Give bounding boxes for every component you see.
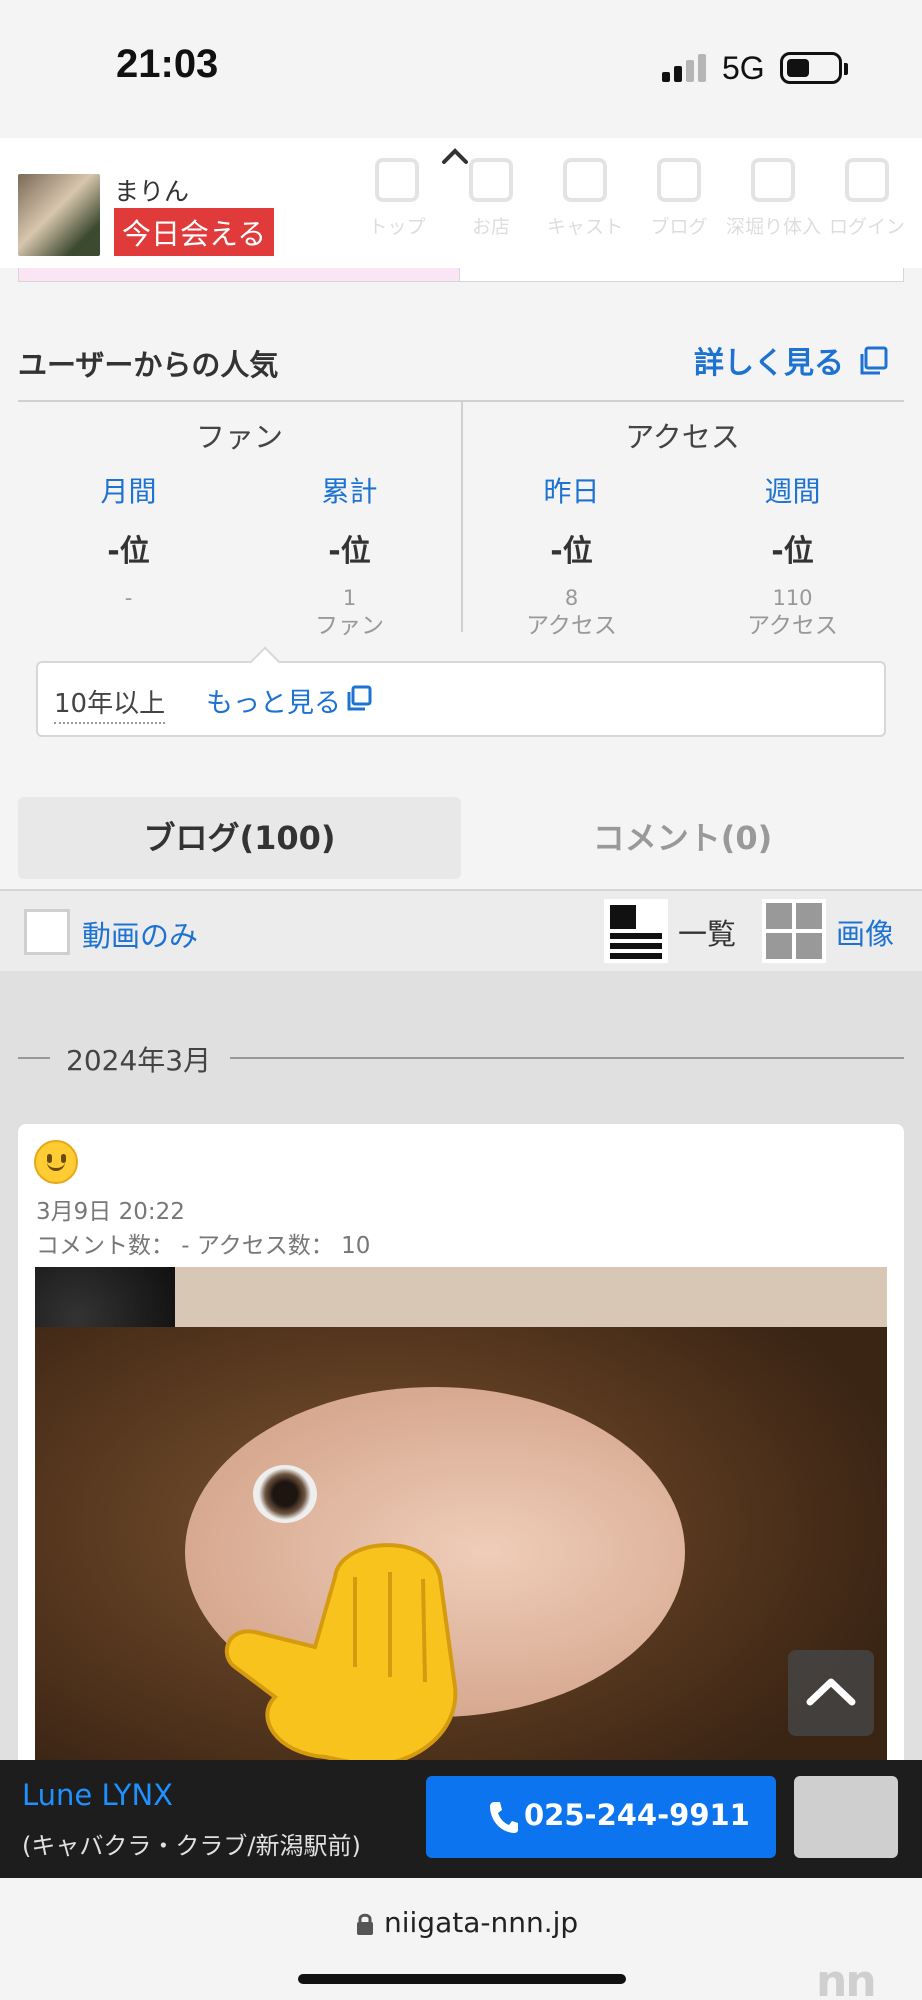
filter-row: 動画のみ 一覧 画像 [0, 891, 922, 971]
tab-comment[interactable]: コメント(0) [461, 797, 904, 879]
fan-total-count: 1 [342, 586, 357, 610]
blog-feed: 2024年3月 3月9日 20:22 コメント数： - アクセス数： 10 [0, 971, 922, 1760]
slightly-smiling-face-icon [34, 1140, 78, 1184]
access-yesterday-count: 8 [564, 586, 579, 610]
status-bar: 21:03 5G [0, 0, 922, 138]
lock-icon [845, 158, 889, 202]
thumbs-left-emoji-icon [224, 1543, 458, 1760]
phone-icon [490, 1802, 518, 1833]
popularity-section: ユーザーからの人気 詳しく見る ファン アクセス 月間 -位 - 累計 -位 1… [0, 282, 922, 779]
post-date: 3月9日 20:22 [36, 1199, 185, 1225]
phone-number: 025-244-9911 [524, 1798, 750, 1832]
video-only-label[interactable]: 動画のみ [82, 913, 198, 955]
nav-item-blog[interactable]: ブログ [632, 158, 726, 239]
building-icon [469, 158, 513, 202]
grid-view-icon[interactable] [762, 899, 826, 963]
access-weekly-unit: アクセス [747, 613, 838, 639]
tenure-more-link[interactable]: もっと見る [206, 681, 341, 720]
url-domain[interactable]: niigata-nnn.jp [384, 1906, 578, 1939]
access-weekly-count: 110 [772, 586, 813, 610]
scroll-to-top-button[interactable] [788, 1650, 874, 1736]
access-yesterday-unit: アクセス [526, 613, 617, 639]
nav-item-cast[interactable]: キャスト [538, 158, 632, 239]
signal-strength-icon [662, 52, 710, 82]
list-view-label[interactable]: 一覧 [678, 911, 736, 953]
available-today-badge: 今日会える [114, 208, 275, 256]
person-icon [563, 158, 607, 202]
access-group-label: アクセス [625, 420, 740, 454]
fan-total-rank: -位 [328, 534, 371, 569]
shop-info-bar: Lune LYNX (キャバクラ・クラブ/新潟駅前) 025-244-9911 [0, 1760, 922, 1878]
post-stats: コメント数： - アクセス数： 10 [36, 1233, 371, 1259]
tenure-box: 10年以上 もっと見る [36, 646, 886, 737]
home-indicator [298, 1974, 626, 1984]
tenure-pointer [249, 646, 281, 678]
external-window-icon[interactable] [858, 346, 888, 376]
shop-name-link[interactable]: Lune LYNX [22, 1778, 173, 1812]
profile-avatar[interactable] [18, 174, 100, 256]
list-view-icon[interactable] [604, 899, 668, 963]
secondary-action-button[interactable] [794, 1776, 898, 1858]
external-window-icon[interactable] [346, 685, 372, 711]
call-button[interactable]: 025-244-9911 [426, 1776, 776, 1858]
nav-item-login[interactable]: ログイン [820, 158, 914, 239]
home-icon [375, 158, 419, 202]
fan-monthly-label[interactable]: 月間 [18, 470, 239, 510]
image-view-label[interactable]: 画像 [836, 911, 894, 953]
access-yesterday-column: 昨日 -位 8 アクセス [461, 470, 682, 640]
fan-total-label[interactable]: 累計 [239, 470, 460, 510]
profile-card-bottom-edge [18, 268, 904, 282]
site-watermark: nn [816, 1956, 877, 2000]
faded-nav-bar: トップ お店 キャスト ブログ 深堀り体入 ログイン [350, 158, 914, 239]
fan-group-label: ファン [195, 420, 283, 454]
fan-total-column: 累計 -位 1 ファン [239, 470, 460, 640]
access-weekly-rank: -位 [771, 534, 814, 569]
chevron-up-icon[interactable] [440, 142, 470, 172]
fan-monthly-count: - [124, 586, 133, 610]
access-yesterday-label[interactable]: 昨日 [461, 470, 682, 510]
clipboard-icon [751, 158, 795, 202]
popularity-details-link[interactable]: 詳しく見る [694, 338, 844, 382]
access-weekly-column: 週間 -位 110 アクセス [682, 470, 903, 640]
popularity-title: ユーザーからの人気 [18, 348, 279, 382]
lock-icon [357, 1913, 373, 1935]
notepad-icon [657, 158, 701, 202]
network-label: 5G [722, 50, 765, 86]
shop-category: (キャバクラ・クラブ/新潟駅前) [22, 1832, 361, 1860]
tab-blog[interactable]: ブログ(100) [18, 797, 461, 879]
video-only-checkbox[interactable] [24, 909, 70, 955]
fan-total-unit: ファン [315, 613, 384, 639]
blog-post-card[interactable]: 3月9日 20:22 コメント数： - アクセス数： 10 [18, 1124, 904, 1760]
browser-url-bar: niigata-nnn.jp nn [0, 1878, 922, 2000]
access-yesterday-rank: -位 [550, 534, 593, 569]
fan-monthly-column: 月間 -位 - [18, 470, 239, 612]
battery-icon [780, 52, 848, 84]
post-photo[interactable] [35, 1267, 887, 1760]
month-separator: 2024年3月 [18, 1039, 904, 1077]
fan-monthly-rank: -位 [107, 534, 150, 569]
access-weekly-label[interactable]: 週間 [682, 470, 903, 510]
content-tabs: ブログ(100) コメント(0) [0, 779, 922, 891]
status-time: 21:03 [116, 42, 219, 86]
nav-item-top[interactable]: トップ [350, 158, 444, 239]
profile-name[interactable]: まりん [114, 172, 189, 208]
nav-item-trial[interactable]: 深堀り体入 [726, 158, 821, 239]
month-label: 2024年3月 [66, 1044, 212, 1077]
chevron-up-icon [806, 1678, 856, 1706]
tenure-text[interactable]: 10年以上 [54, 683, 166, 724]
